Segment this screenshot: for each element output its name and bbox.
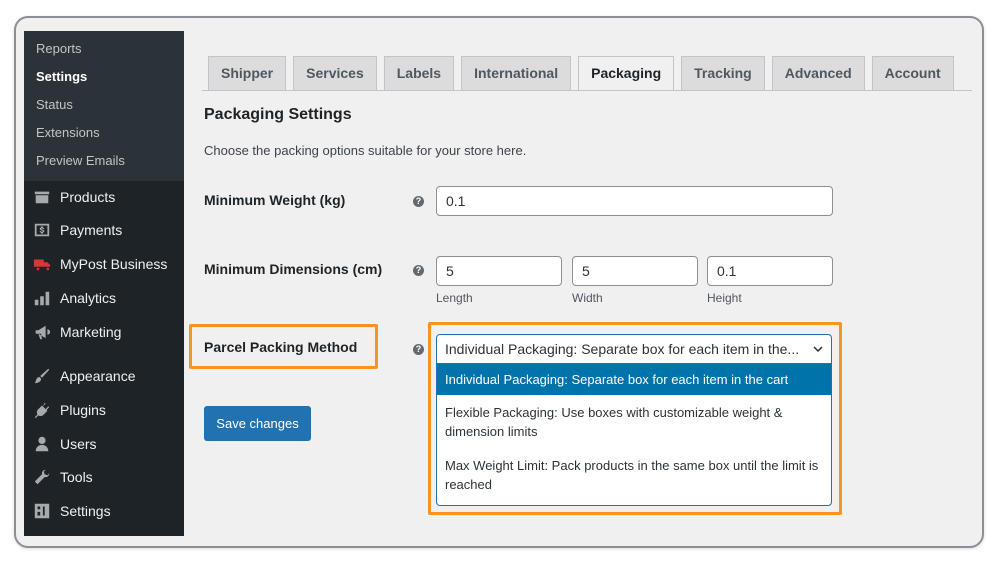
- tab-account[interactable]: Account: [871, 56, 954, 90]
- width-caption: Width: [572, 291, 603, 305]
- packing-method-select[interactable]: Individual Packaging: Separate box for e…: [436, 334, 832, 364]
- tab-divider: [202, 90, 972, 91]
- min-weight-label: Minimum Weight (kg): [204, 192, 346, 208]
- sidebar-item-label: Settings: [60, 503, 111, 519]
- submenu-item-settings[interactable]: Settings: [24, 63, 184, 91]
- packing-method-options: Individual Packaging: Separate box for e…: [436, 364, 832, 506]
- min-dimensions-label: Minimum Dimensions (cm): [204, 261, 383, 277]
- tab-shipper[interactable]: Shipper: [208, 56, 287, 90]
- height-caption: Height: [707, 291, 742, 305]
- products-icon: [32, 187, 52, 207]
- length-input[interactable]: 5: [436, 256, 562, 286]
- brush-icon: [32, 366, 52, 386]
- sidebar-item-label: Payments: [60, 222, 123, 238]
- min-weight-input[interactable]: 0.1: [436, 186, 833, 216]
- sidebar-item-products[interactable]: Products: [24, 180, 184, 214]
- sidebar-item-analytics[interactable]: Analytics: [24, 281, 184, 315]
- sidebar-item-label: Plugins: [60, 402, 106, 418]
- wrench-icon: [32, 467, 52, 487]
- admin-sidebar: Reports Settings Status Extensions Previ…: [24, 31, 184, 536]
- help-icon[interactable]: ?: [413, 196, 424, 207]
- sidebar-item-mypost-business[interactable]: MyPost Business: [24, 247, 184, 281]
- tab-tracking[interactable]: Tracking: [681, 56, 765, 90]
- selected-value: Individual Packaging: Separate box for e…: [445, 341, 800, 357]
- submenu-item-reports[interactable]: Reports: [24, 35, 184, 63]
- width-input[interactable]: 5: [572, 256, 698, 286]
- sidebar-item-appearance[interactable]: Appearance: [24, 359, 184, 393]
- main-content: Shipper Services Labels International Pa…: [189, 18, 982, 546]
- tab-labels[interactable]: Labels: [383, 56, 455, 90]
- length-caption: Length: [436, 291, 473, 305]
- sidebar-item-label: Analytics: [60, 290, 117, 306]
- user-icon: [32, 434, 52, 454]
- sidebar-item-label: Marketing: [60, 324, 122, 340]
- option-max-weight-limit[interactable]: Max Weight Limit: Pack products in the s…: [437, 448, 831, 504]
- submenu-item-extensions[interactable]: Extensions: [24, 119, 184, 147]
- option-individual-packaging[interactable]: Individual Packaging: Separate box for e…: [437, 364, 831, 395]
- sidebar-item-label: Users: [60, 436, 97, 452]
- sidebar-item-settings[interactable]: Settings: [24, 494, 184, 528]
- analytics-icon: [32, 288, 52, 308]
- tab-services[interactable]: Services: [293, 56, 377, 90]
- sidebar-item-label: Products: [60, 189, 116, 205]
- sidebar-item-users[interactable]: Users: [24, 427, 184, 461]
- sidebar-item-label: MyPost Business: [60, 256, 168, 272]
- packing-method-label: Parcel Packing Method: [204, 339, 358, 355]
- sidebar-item-tools[interactable]: Tools: [24, 460, 184, 494]
- settings-icon: [32, 501, 52, 521]
- truck-icon: [32, 254, 52, 274]
- tab-advanced[interactable]: Advanced: [771, 56, 865, 90]
- sidebar-item-label: Tools: [60, 469, 93, 485]
- sidebar-item-label: Appearance: [60, 368, 136, 384]
- tab-packaging[interactable]: Packaging: [578, 56, 675, 91]
- megaphone-icon: [32, 322, 52, 342]
- sidebar-item-plugins[interactable]: Plugins: [24, 393, 184, 427]
- height-input[interactable]: 0.1: [707, 256, 833, 286]
- woocommerce-submenu: Reports Settings Status Extensions Previ…: [24, 31, 184, 181]
- option-flexible-packaging[interactable]: Flexible Packaging: Use boxes with custo…: [437, 395, 831, 448]
- submenu-item-status[interactable]: Status: [24, 91, 184, 119]
- section-title: Packaging Settings: [204, 106, 352, 123]
- submenu-item-preview-emails[interactable]: Preview Emails: [24, 147, 184, 175]
- payments-icon: [32, 220, 52, 240]
- section-description: Choose the packing options suitable for …: [204, 143, 527, 158]
- help-icon[interactable]: ?: [413, 265, 424, 276]
- settings-tabs: Shipper Services Labels International Pa…: [208, 56, 961, 91]
- chevron-down-icon: [813, 346, 823, 353]
- sidebar-item-payments[interactable]: Payments: [24, 213, 184, 247]
- save-button[interactable]: Save changes: [204, 406, 311, 441]
- app-window: Reports Settings Status Extensions Previ…: [14, 16, 984, 548]
- help-icon[interactable]: ?: [413, 344, 424, 355]
- sidebar-item-marketing[interactable]: Marketing: [24, 315, 184, 349]
- tab-international[interactable]: International: [461, 56, 572, 90]
- plug-icon: [32, 400, 52, 420]
